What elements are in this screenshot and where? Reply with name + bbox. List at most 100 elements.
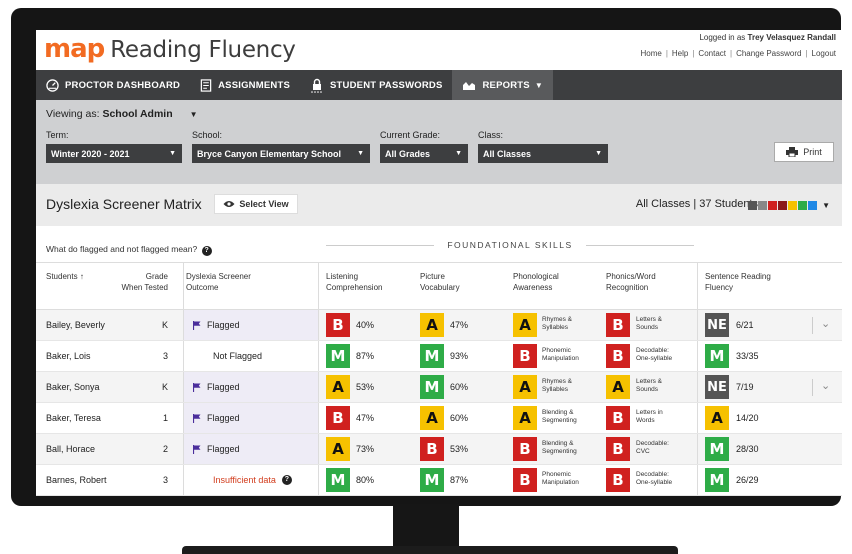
home-link[interactable]: Home [640, 49, 661, 58]
nav-proctor-dashboard[interactable]: PROCTOR DASHBOARD [36, 70, 190, 100]
phono-level-badge[interactable]: A [513, 375, 537, 399]
table-body: Bailey, Beverly K Flagged B 40% A 47% A Rhymes &… [36, 310, 842, 496]
nav-student-passwords[interactable]: STUDENT PASSWORDS [300, 70, 452, 100]
grade-select[interactable]: All Grades ▼ [380, 144, 468, 163]
srf-level-badge[interactable]: NE [705, 375, 729, 399]
logout-link[interactable]: Logout [812, 49, 836, 58]
phono-level-badge[interactable]: A [513, 313, 537, 337]
picture-level-badge[interactable]: B [420, 437, 444, 461]
class-select[interactable]: All Classes ▼ [478, 144, 608, 163]
nav-assignments[interactable]: ASSIGNMENTS [190, 70, 300, 100]
table-row[interactable]: Ball, Horace 2 Flagged A 73% B 53% B Blending & S… [36, 434, 842, 465]
listening-level-badge[interactable]: B [326, 406, 350, 430]
students-header-label: Students [46, 272, 78, 281]
picture-percent: 87% [450, 475, 469, 485]
student-name[interactable]: Baker, Sonya [46, 382, 100, 392]
link-separator: | [805, 49, 808, 58]
phono-level-badge[interactable]: A [513, 406, 537, 430]
srf-level-badge[interactable]: M [705, 468, 729, 492]
login-prefix: Logged in as [699, 33, 746, 42]
help-link[interactable]: Help [672, 49, 688, 58]
user-name: Trey Velasquez Randall [747, 33, 836, 42]
picture-level-badge[interactable]: A [420, 313, 444, 337]
table-row[interactable]: Baker, Lois 3 Not Flagged M 87% M 93% B Phonemic… [36, 341, 842, 372]
grade-column-header: Grade When Tested [118, 271, 168, 293]
outcome-label: Flagged [207, 320, 240, 330]
grade-tested: 2 [162, 444, 168, 454]
phono-subskill-line2: Manipulation [542, 479, 579, 486]
change-password-link[interactable]: Change Password [736, 49, 801, 58]
phonics-level-badge[interactable]: B [606, 313, 630, 337]
picture-level-badge[interactable]: A [420, 406, 444, 430]
viewing-as[interactable]: Viewing as: School Admin ▼ [46, 108, 197, 120]
phonics-subskill-line1: Decodable: [636, 471, 669, 478]
listening-level-badge[interactable]: A [326, 437, 350, 461]
student-name[interactable]: Ball, Horace [46, 444, 95, 454]
reports-icon [463, 81, 476, 90]
srf-level-badge[interactable]: A [705, 406, 729, 430]
phonics-level-badge[interactable]: B [606, 344, 630, 368]
table-row[interactable]: Bailey, Beverly K Flagged B 40% A 47% A Rhymes &… [36, 310, 842, 341]
app-logo[interactable]: map Reading Fluency [44, 34, 296, 64]
picture-level-badge[interactable]: M [420, 344, 444, 368]
outcome-label: Flagged [207, 444, 240, 454]
color-legend-toggle[interactable]: ▼ [748, 201, 830, 210]
help-icon[interactable]: ? [281, 475, 292, 485]
phono-level-badge[interactable]: B [513, 344, 537, 368]
table-row[interactable]: Baker, Teresa 1 Flagged B 47% A 60% A Blending &… [36, 403, 842, 434]
table-row[interactable]: Barnes, Robert 3 Insufficient data? M 80% M 87… [36, 465, 842, 496]
students-column-header[interactable]: Students ↑ [46, 271, 84, 282]
term-select[interactable]: Winter 2020 - 2021 ▼ [46, 144, 182, 163]
chevron-down-icon[interactable]: ⌄ [812, 317, 830, 334]
assignments-icon [200, 78, 212, 92]
listening-level-badge[interactable]: B [326, 313, 350, 337]
phono-level-badge[interactable]: B [513, 468, 537, 492]
legend-swatch [748, 201, 758, 210]
table-row[interactable]: Baker, Sonya K Flagged A 53% M 60% A Rhymes & Syl… [36, 372, 842, 403]
student-name[interactable]: Baker, Teresa [46, 413, 101, 423]
picture-column-header: Picture Vocabulary [420, 271, 460, 293]
srf-score: 6/21 [736, 320, 754, 330]
srf-level-badge[interactable]: NE [705, 313, 729, 337]
print-button[interactable]: Print [774, 142, 834, 162]
srf-header-line1: Sentence Reading [705, 272, 771, 281]
nav-proctor-dashboard-label: PROCTOR DASHBOARD [65, 79, 181, 91]
outcome-status: Flagged [193, 413, 240, 423]
contact-link[interactable]: Contact [698, 49, 726, 58]
srf-level-badge[interactable]: M [705, 437, 729, 461]
listening-level-badge[interactable]: M [326, 344, 350, 368]
class-value: All Classes [483, 148, 532, 159]
phonics-level-badge[interactable]: B [606, 468, 630, 492]
listening-level-badge[interactable]: A [326, 375, 350, 399]
phonics-level-badge[interactable]: B [606, 406, 630, 430]
student-name[interactable]: Baker, Lois [46, 351, 91, 361]
school-select[interactable]: Bryce Canyon Elementary School ▼ [192, 144, 370, 163]
listening-percent: 47% [356, 413, 375, 423]
phonics-level-badge[interactable]: A [606, 375, 630, 399]
phonics-subskill-line2: Sounds [636, 386, 659, 393]
select-view-button[interactable]: Select View [214, 194, 298, 214]
phono-subskill: Rhymes & Syllables [542, 316, 572, 332]
legend-swatch [788, 201, 798, 210]
outcome-label: Flagged [207, 413, 240, 423]
class-label: Class: [478, 130, 504, 140]
picture-percent: 93% [450, 351, 469, 361]
picture-level-badge[interactable]: M [420, 468, 444, 492]
srf-score: 28/30 [736, 444, 759, 454]
listening-level-badge[interactable]: M [326, 468, 350, 492]
phono-subskill-line2: Segmenting [542, 417, 577, 424]
phonics-subskill-line1: Decodable: [636, 347, 669, 354]
term-label: Term: [46, 130, 69, 140]
chevron-down-icon[interactable]: ⌄ [812, 379, 830, 396]
nav-reports[interactable]: REPORTS ▼ [452, 70, 553, 100]
column-divider [183, 465, 184, 495]
flag-icon [193, 444, 201, 454]
student-name[interactable]: Bailey, Beverly [46, 320, 105, 330]
srf-level-badge[interactable]: M [705, 344, 729, 368]
link-separator: | [730, 49, 733, 58]
picture-level-badge[interactable]: M [420, 375, 444, 399]
phono-level-badge[interactable]: B [513, 437, 537, 461]
flagged-help-link[interactable]: What do flagged and not flagged mean? ? [46, 244, 212, 256]
student-name[interactable]: Barnes, Robert [46, 475, 107, 485]
phonics-level-badge[interactable]: B [606, 437, 630, 461]
